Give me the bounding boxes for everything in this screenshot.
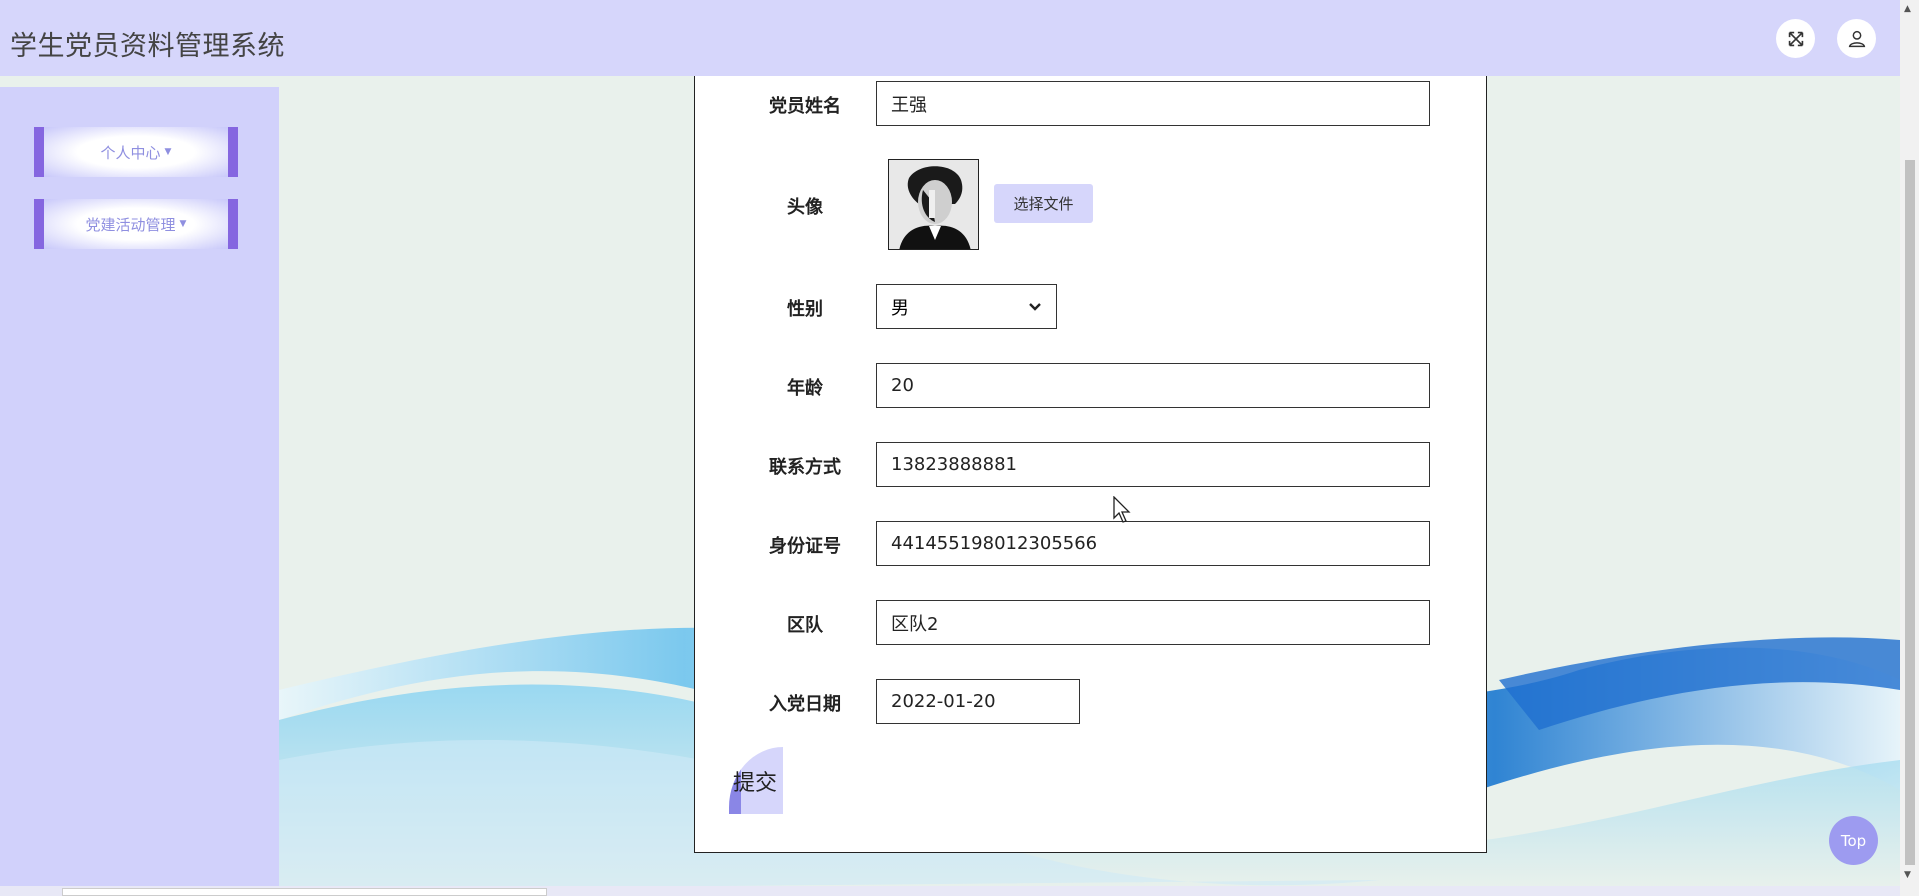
- horizontal-scrollbar[interactable]: [0, 886, 1900, 896]
- team-label: 区队: [787, 615, 823, 636]
- chevron-down-icon: [1029, 302, 1041, 311]
- fullscreen-icon: [1788, 31, 1803, 46]
- top-header: 学生党员资料管理系统: [0, 0, 1900, 76]
- id-number-label: 身份证号: [769, 536, 841, 557]
- sidebar: 个人中心 ▼ 党建活动管理 ▼: [0, 87, 279, 887]
- scrollbar-thumb[interactable]: [1905, 160, 1915, 865]
- sidebar-item-label: 个人中心: [100, 143, 161, 162]
- submit-button[interactable]: 提交: [729, 747, 783, 814]
- avatar-label: 头像: [787, 197, 823, 218]
- avatar-portrait: [889, 160, 978, 249]
- name-input[interactable]: [876, 81, 1430, 126]
- join-date-input[interactable]: [876, 679, 1080, 724]
- gender-selected-value: 男: [891, 297, 909, 319]
- avatar-image: [888, 159, 979, 250]
- app-title: 学生党员资料管理系统: [10, 31, 285, 62]
- id-number-input[interactable]: [876, 521, 1430, 566]
- scroll-down-icon[interactable]: ▼: [1904, 870, 1911, 880]
- contact-input[interactable]: [876, 442, 1430, 487]
- gender-label: 性别: [787, 299, 823, 320]
- sidebar-item-inner: 个人中心 ▼: [44, 127, 228, 177]
- gender-select[interactable]: 男: [876, 284, 1057, 329]
- age-label: 年龄: [787, 378, 823, 399]
- join-date-label: 入党日期: [769, 694, 841, 715]
- age-input[interactable]: [876, 363, 1430, 408]
- horizontal-scrollbar-thumb[interactable]: [62, 888, 547, 896]
- caret-down-icon: ▼: [179, 219, 187, 229]
- name-label: 党员姓名: [769, 96, 841, 117]
- scroll-up-icon[interactable]: ▲: [1904, 4, 1911, 14]
- sidebar-item-party-activity[interactable]: 党建活动管理 ▼: [34, 199, 238, 249]
- contact-label: 联系方式: [769, 457, 841, 478]
- member-form: 党员姓名 头像 选择文件 性别 男 年龄 联系方式 身份证号 区队 入党日期 提…: [694, 76, 1487, 853]
- mouse-cursor-icon: [1113, 496, 1131, 523]
- back-to-top-button[interactable]: Top: [1829, 816, 1878, 865]
- sidebar-item-inner: 党建活动管理 ▼: [44, 199, 228, 249]
- user-icon: [1848, 30, 1865, 47]
- vertical-scrollbar[interactable]: ▲ ▼: [1900, 0, 1919, 896]
- sidebar-item-label: 党建活动管理: [85, 215, 176, 234]
- sidebar-item-personal-center[interactable]: 个人中心 ▼: [34, 127, 238, 177]
- choose-file-button[interactable]: 选择文件: [994, 184, 1093, 223]
- team-input[interactable]: [876, 600, 1430, 645]
- user-button[interactable]: [1837, 19, 1876, 58]
- caret-down-icon: ▼: [164, 147, 172, 157]
- fullscreen-button[interactable]: [1776, 19, 1815, 58]
